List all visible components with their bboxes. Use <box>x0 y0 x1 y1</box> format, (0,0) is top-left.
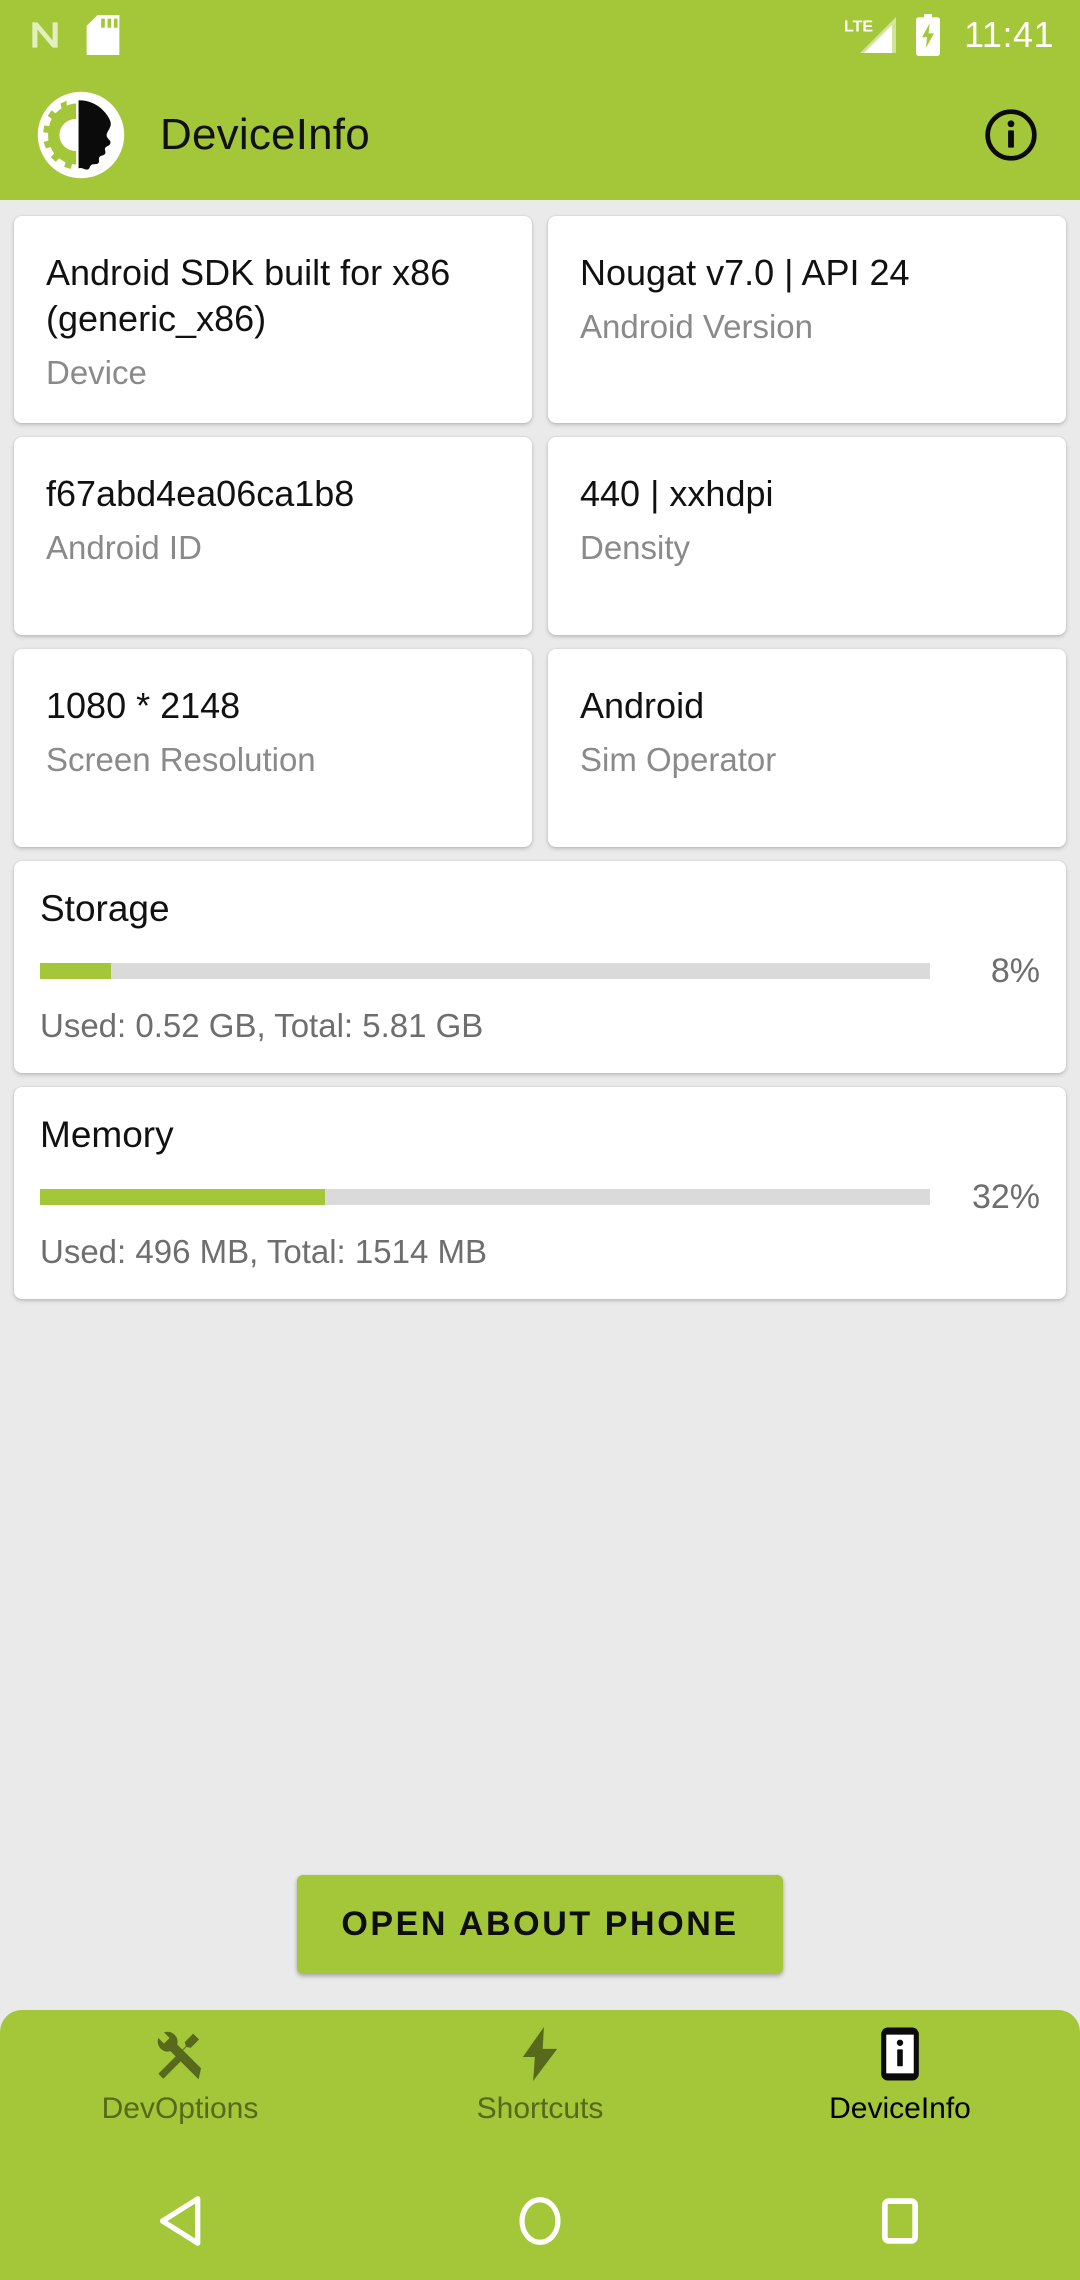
info-card-sim-operator[interactable]: Android Sim Operator <box>548 649 1066 848</box>
info-circle-icon[interactable] <box>980 104 1042 166</box>
sd-card-icon <box>86 15 120 55</box>
nav-label-deviceinfo: DeviceInfo <box>829 2092 971 2125</box>
app-bar: DeviceInfo <box>0 70 1080 200</box>
info-card-row-2: f67abd4ea06ca1b8 Android ID 440 | xxhdpi… <box>14 437 1066 636</box>
storage-percent-label: 8% <box>990 951 1040 990</box>
info-card-row-3: 1080 * 2148 Screen Resolution Android Si… <box>14 649 1066 848</box>
lte-signal-icon: LTE <box>844 15 898 55</box>
info-card-value: Android <box>580 685 705 727</box>
status-bar-clock: 11:41 <box>964 14 1054 55</box>
svg-text:LTE: LTE <box>844 18 873 35</box>
main-content: Android SDK built for x86 (generic_x86) … <box>0 200 1080 2010</box>
deviceinfo-app-icon <box>34 88 128 182</box>
info-card-value: 1080 * 2148 <box>46 685 241 727</box>
storage-detail-text: Used: 0.52 GB, Total: 5.81 GB <box>40 1006 484 1044</box>
memory-progress-row: 32% <box>40 1180 1040 1214</box>
storage-title: Storage <box>40 888 170 930</box>
storage-usage-card[interactable]: Storage 8% Used: 0.52 GB, Total: 5.81 GB <box>14 861 1066 1074</box>
memory-usage-card[interactable]: Memory 32% Used: 496 MB, Total: 1514 MB <box>14 1087 1066 1300</box>
memory-detail-text: Used: 496 MB, Total: 1514 MB <box>40 1232 487 1270</box>
nougat-logo-icon <box>26 16 64 54</box>
recents-square-icon[interactable] <box>720 2195 1080 2247</box>
nav-item-shortcuts[interactable]: Shortcuts <box>360 2026 720 2124</box>
info-card-label: Android ID <box>46 529 202 567</box>
memory-percent-label: 32% <box>971 1177 1040 1216</box>
lightning-bolt-icon <box>518 2026 562 2082</box>
info-card-label: Density <box>580 529 691 567</box>
battery-charging-icon <box>914 14 942 56</box>
info-card-row-1: Android SDK built for x86 (generic_x86) … <box>14 216 1066 424</box>
home-circle-icon[interactable] <box>360 2195 720 2247</box>
info-card-android-id[interactable]: f67abd4ea06ca1b8 Android ID <box>14 437 532 636</box>
memory-title: Memory <box>40 1114 174 1156</box>
info-card-label: Screen Resolution <box>46 741 316 779</box>
info-card-label: Android Version <box>580 308 813 346</box>
nav-item-deviceinfo[interactable]: DeviceInfo <box>720 2026 1080 2124</box>
info-card-value: f67abd4ea06ca1b8 <box>46 473 355 515</box>
memory-progress-bar <box>40 1188 930 1205</box>
info-card-label: Sim Operator <box>580 741 777 779</box>
tools-icon <box>154 2026 206 2082</box>
info-card-android-version[interactable]: Nougat v7.0 | API 24 Android Version <box>548 216 1066 424</box>
info-card-density[interactable]: 440 | xxhdpi Density <box>548 437 1066 636</box>
android-system-navigation-bar <box>0 2162 1080 2280</box>
info-card-device[interactable]: Android SDK built for x86 (generic_x86) … <box>14 216 532 424</box>
app-title: DeviceInfo <box>160 110 370 159</box>
status-bar-left-icons <box>26 15 120 55</box>
device-screen: LTE 11:41 DeviceInfo Android SDK built f… <box>0 0 1080 2280</box>
memory-progress-fill <box>40 1188 325 1205</box>
bottom-navigation-bar: DevOptions Shortcuts DeviceInfo <box>0 2010 1080 2162</box>
storage-progress-bar <box>40 962 930 979</box>
nav-item-devoptions[interactable]: DevOptions <box>0 2026 360 2124</box>
nav-label-devoptions: DevOptions <box>101 2092 259 2125</box>
status-bar-right-icons: LTE 11:41 <box>844 14 1054 56</box>
phone-info-icon <box>879 2026 921 2082</box>
storage-progress-row: 8% <box>40 954 1040 988</box>
info-card-value: Android SDK built for x86 (generic_x86) <box>46 252 451 340</box>
status-bar: LTE 11:41 <box>0 0 1080 70</box>
info-card-value: 440 | xxhdpi <box>580 473 774 515</box>
open-about-phone-button[interactable]: OPEN ABOUT PHONE <box>297 1875 783 1974</box>
nav-label-shortcuts: Shortcuts <box>476 2092 604 2125</box>
cta-container: OPEN ABOUT PHONE <box>0 1875 1080 1974</box>
back-triangle-icon[interactable] <box>0 2195 360 2247</box>
info-card-screen-resolution[interactable]: 1080 * 2148 Screen Resolution <box>14 649 532 848</box>
info-card-label: Device <box>46 354 147 392</box>
info-card-value: Nougat v7.0 | API 24 <box>580 252 910 293</box>
storage-progress-fill <box>40 962 112 979</box>
